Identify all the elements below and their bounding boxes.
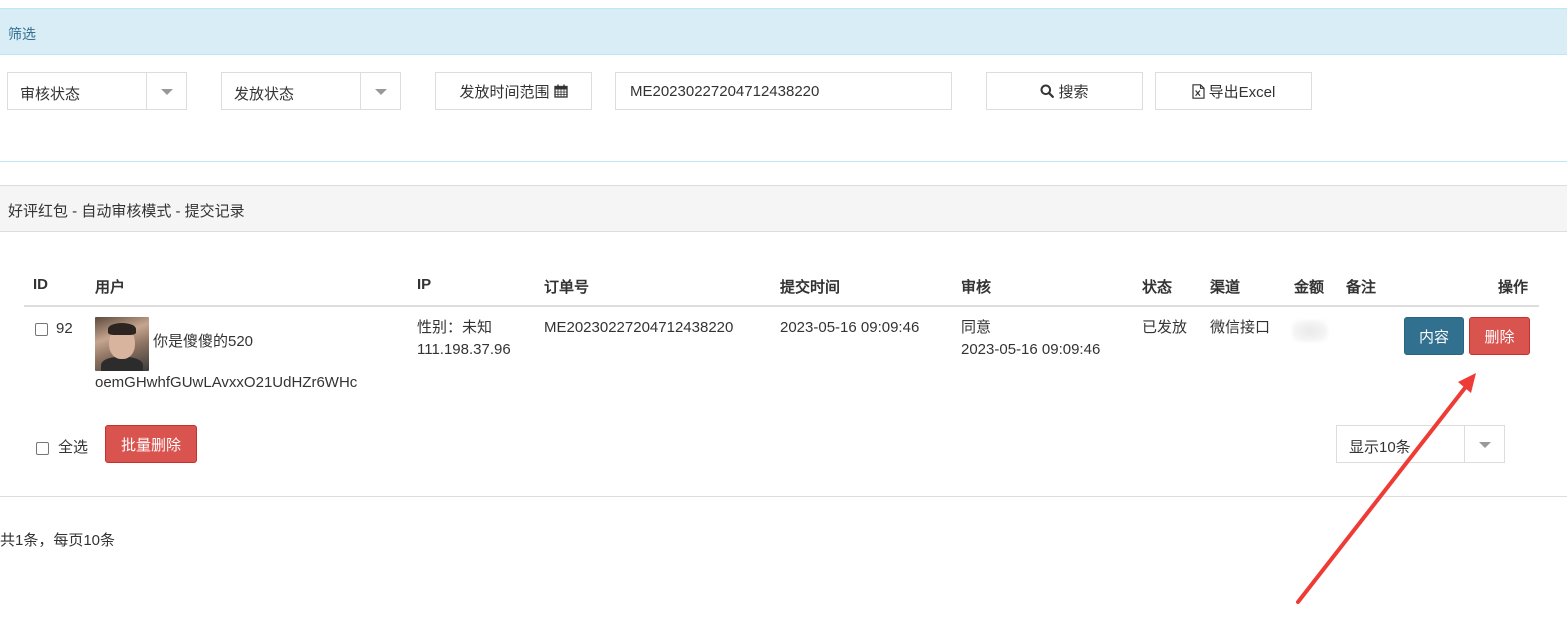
caret-down-icon bbox=[375, 89, 387, 95]
records-title: 好评红包 - 自动审核模式 - 提交记录 bbox=[8, 203, 245, 220]
batch-delete-button[interactable]: 批量删除 bbox=[105, 425, 197, 463]
pagination-summary: 共1条，每页10条 bbox=[0, 532, 116, 549]
page-size-select[interactable]: 显示10条 bbox=[1336, 425, 1505, 463]
filter-panel-body: 审核状态 发放状态 发放时间范围 搜索 导出Excel bbox=[0, 55, 1567, 162]
submit-time: 2023-05-16 09:09:46 bbox=[780, 319, 920, 336]
audit-status-select[interactable]: 审核状态 bbox=[7, 72, 187, 110]
user-openid: oemGHwhfGUwLAvxxO21UdHZr6WHc bbox=[95, 374, 358, 391]
filter-panel-header: 筛选 bbox=[0, 8, 1567, 55]
send-status: 已发放 bbox=[1142, 319, 1188, 336]
order-search-input[interactable] bbox=[616, 73, 951, 109]
send-status-select[interactable]: 发放状态 bbox=[221, 72, 401, 110]
content-button[interactable]: 内容 bbox=[1404, 317, 1464, 355]
col-header-status: 状态 bbox=[1142, 279, 1173, 296]
row-checkbox[interactable] bbox=[35, 323, 48, 336]
search-icon bbox=[1040, 84, 1055, 98]
col-header-remark: 备注 bbox=[1346, 279, 1377, 296]
user-gender: 性别：未知 bbox=[417, 319, 493, 336]
col-header-audit: 审核 bbox=[961, 279, 992, 296]
search-button-label: 搜索 bbox=[1058, 83, 1089, 101]
send-status-value: 发放状态 bbox=[234, 86, 295, 103]
amount-blurred bbox=[1292, 320, 1328, 342]
divider bbox=[0, 496, 1567, 497]
user-ip: 111.198.37.96 bbox=[417, 341, 511, 358]
col-header-actions: 操作 bbox=[1498, 279, 1529, 296]
avatar bbox=[95, 317, 149, 371]
col-header-user: 用户 bbox=[95, 279, 126, 296]
filter-title: 筛选 bbox=[8, 26, 36, 42]
audit-status-value: 审核状态 bbox=[20, 86, 81, 103]
select-all-label[interactable]: 全选 bbox=[58, 437, 88, 459]
order-number: ME20230227204712438220 bbox=[544, 319, 734, 336]
export-button-label: 导出Excel bbox=[1208, 83, 1276, 101]
table-header-row: ID 用户 IP 订单号 提交时间 审核 状态 渠道 金额 备注 操作 bbox=[24, 270, 1539, 307]
calendar-icon bbox=[553, 84, 568, 98]
col-header-ip: IP bbox=[417, 276, 432, 293]
col-header-submit-time: 提交时间 bbox=[780, 279, 841, 296]
audit-result: 同意 bbox=[961, 319, 992, 336]
top-strip bbox=[0, 0, 1567, 8]
caret-down-icon bbox=[1479, 442, 1491, 448]
order-search-input-wrap[interactable] bbox=[615, 72, 952, 110]
audit-time: 2023-05-16 09:09:46 bbox=[961, 341, 1101, 358]
annotation-arrow-shaft bbox=[1296, 382, 1470, 604]
excel-file-icon bbox=[1192, 83, 1205, 99]
delete-button[interactable]: 删除 bbox=[1469, 317, 1530, 355]
user-nickname: 你是傻傻的520 bbox=[153, 333, 254, 350]
records-panel-header: 好评红包 - 自动审核模式 - 提交记录 bbox=[0, 185, 1567, 232]
search-button[interactable]: 搜索 bbox=[986, 72, 1143, 110]
col-header-order: 订单号 bbox=[544, 279, 590, 296]
audit-status-dropdown-toggle[interactable] bbox=[146, 73, 186, 109]
send-status-dropdown-toggle[interactable] bbox=[360, 73, 400, 109]
caret-down-icon bbox=[161, 89, 173, 95]
col-header-id: ID bbox=[33, 276, 48, 293]
channel: 微信接口 bbox=[1210, 319, 1271, 336]
time-range-label: 发放时间范围 bbox=[459, 83, 550, 101]
page-size-dropdown-toggle[interactable] bbox=[1464, 426, 1504, 462]
time-range-button[interactable]: 发放时间范围 bbox=[435, 72, 592, 110]
row-id: 92 bbox=[56, 320, 73, 337]
col-header-channel: 渠道 bbox=[1210, 279, 1241, 296]
col-header-amount: 金额 bbox=[1294, 279, 1325, 296]
export-excel-button[interactable]: 导出Excel bbox=[1155, 72, 1312, 110]
select-all-checkbox[interactable] bbox=[36, 442, 49, 455]
page-size-value: 显示10条 bbox=[1349, 439, 1411, 456]
annotation-arrow-head bbox=[1458, 373, 1476, 393]
